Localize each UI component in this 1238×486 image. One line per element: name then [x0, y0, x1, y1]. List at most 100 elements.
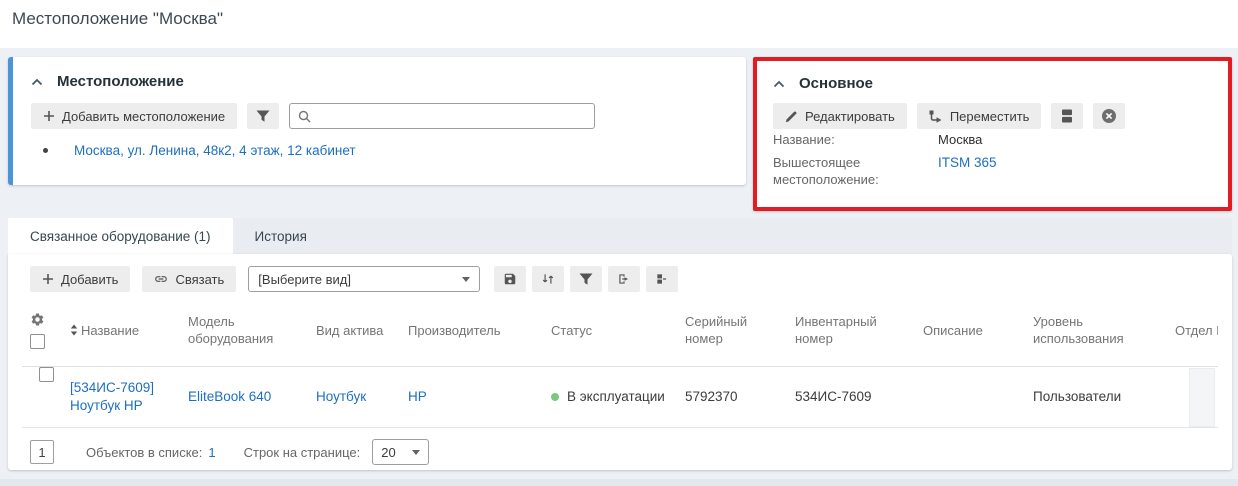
export-rows-button[interactable]	[646, 266, 678, 292]
sort-arrows-icon	[541, 272, 555, 286]
cell-asset-type: Ноутбук	[312, 367, 404, 427]
parent-location-link[interactable]: ITSM 365	[938, 154, 997, 188]
column-header-serial-number[interactable]: Серийный номер	[681, 294, 791, 366]
row-select-cell	[22, 367, 66, 427]
column-header-inventory-number[interactable]: Инвентарный номер	[791, 294, 919, 366]
chevron-down-icon	[412, 450, 420, 455]
view-select-value: [Выберите вид]	[258, 272, 351, 287]
location-item-link[interactable]: Москва, ул. Ленина, 48к2, 4 этаж, 12 каб…	[74, 143, 356, 158]
field-parent-location-label: Вышестоящее местоположение:	[773, 154, 938, 188]
deactivate-button[interactable]	[1093, 103, 1125, 129]
tab-linked-equipment-label: Связанное оборудование (1)	[30, 229, 211, 244]
edit-button[interactable]: Редактировать	[773, 103, 907, 129]
collapse-icon[interactable]	[773, 80, 785, 88]
pagination: 1 Объектов в списке: 1 Строк на странице…	[22, 435, 429, 469]
boxes-arrow-icon	[655, 272, 669, 286]
tab-history[interactable]: История	[233, 218, 329, 254]
tab-linked-equipment[interactable]: Связанное оборудование (1)	[8, 218, 233, 254]
rows-per-page-label: Строк на странице:	[244, 445, 361, 460]
rows-per-page-value: 20	[381, 445, 395, 460]
page-title: Местоположение "Москва"	[12, 9, 223, 29]
field-name: Название: Москва	[773, 131, 1218, 148]
main-info-panel: Основное Редактировать Переместить	[753, 57, 1232, 211]
tab-history-label: История	[255, 229, 307, 244]
objects-count-value[interactable]: 1	[208, 445, 215, 460]
stacked-cards-icon	[1061, 109, 1073, 123]
cell-name: [534ИС-7609] Ноутбук HP	[66, 367, 184, 427]
column-header-asset-type[interactable]: Вид актива	[312, 294, 404, 366]
table-row: [534ИС-7609] Ноутбук HP EliteBook 640 Но…	[22, 367, 1218, 428]
add-location-button[interactable]: Добавить местоположение	[31, 103, 237, 129]
objects-count-label: Объектов в списке:	[86, 445, 202, 460]
row-checkbox[interactable]	[39, 367, 54, 382]
select-all-checkbox[interactable]	[30, 334, 45, 349]
move-tree-icon	[929, 110, 943, 123]
link-equipment-button[interactable]: Связать	[142, 266, 236, 292]
collapse-icon[interactable]	[31, 78, 43, 86]
add-location-label: Добавить местоположение	[62, 109, 225, 124]
column-header-model[interactable]: Модель оборудования	[184, 294, 312, 366]
page-bottom-strip	[0, 479, 1238, 486]
rows-per-page-select[interactable]: 20	[372, 439, 429, 465]
add-equipment-label: Добавить	[61, 272, 118, 287]
table-scrollbar[interactable]	[1189, 368, 1215, 427]
asset-type-link[interactable]: Ноутбук	[316, 388, 366, 406]
table-header-select-cell	[22, 294, 66, 366]
field-name-value: Москва	[938, 131, 982, 148]
page-header: Местоположение "Москва"	[0, 0, 1238, 48]
main-info-title: Основное	[799, 75, 873, 92]
x-circle-icon	[1101, 108, 1117, 124]
bullet-icon	[43, 148, 48, 153]
move-button-label: Переместить	[950, 109, 1030, 124]
cell-serial-number: 5792370	[681, 367, 791, 427]
export-button[interactable]	[608, 266, 640, 292]
equipment-link[interactable]: [534ИС-7609] Ноутбук HP	[70, 379, 180, 415]
move-button[interactable]: Переместить	[917, 103, 1042, 129]
details-card-button[interactable]	[1051, 103, 1083, 129]
column-header-usage-level[interactable]: Уровень использования	[1029, 294, 1171, 366]
save-view-button[interactable]	[494, 266, 526, 292]
column-header-name[interactable]: Название	[66, 294, 184, 366]
page-number-button[interactable]: 1	[30, 440, 54, 464]
location-card: Местоположение Добавить местоположение	[8, 57, 746, 185]
location-list-item: Москва, ул. Ленина, 48к2, 4 этаж, 12 каб…	[43, 143, 356, 158]
cell-manufacturer: HP	[404, 367, 547, 427]
table-filter-button[interactable]	[570, 266, 602, 292]
screen: Местоположение "Москва" Местоположение Д…	[0, 0, 1238, 486]
cell-inventory-number: 534ИС-7609	[791, 367, 919, 427]
sort-button[interactable]	[532, 266, 564, 292]
chain-icon	[154, 272, 168, 286]
tab-bar: Связанное оборудование (1) История	[8, 218, 1232, 254]
status-text: В эксплуатации	[567, 388, 665, 406]
equipment-panel: Добавить Связать [Выберите вид]	[8, 254, 1232, 470]
field-parent-location: Вышестоящее местоположение: ITSM 365	[773, 154, 1218, 188]
save-icon	[503, 272, 517, 286]
filter-icon	[256, 110, 270, 123]
column-header-department[interactable]: Отдел Компания	[1171, 294, 1218, 366]
location-filter-button[interactable]	[247, 103, 279, 129]
column-header-description[interactable]: Описание	[919, 294, 1029, 366]
edit-button-label: Редактировать	[805, 109, 895, 124]
cell-description	[919, 367, 1029, 427]
field-name-label: Название:	[773, 131, 938, 148]
gear-icon[interactable]	[30, 312, 45, 327]
column-header-manufacturer[interactable]: Производитель	[404, 294, 547, 366]
plus-icon	[43, 110, 55, 122]
location-search[interactable]	[289, 103, 595, 129]
column-header-status[interactable]: Статус	[547, 294, 681, 366]
add-equipment-button[interactable]: Добавить	[30, 266, 130, 292]
link-equipment-label: Связать	[175, 272, 224, 287]
view-select[interactable]: [Выберите вид]	[248, 266, 480, 292]
plus-icon	[42, 273, 54, 285]
manufacturer-link[interactable]: HP	[408, 388, 427, 406]
search-icon	[298, 110, 311, 123]
cell-status: В эксплуатации	[547, 367, 681, 427]
cell-model: EliteBook 640	[184, 367, 312, 427]
location-search-input[interactable]	[317, 109, 586, 124]
cell-usage-level: Пользователи	[1029, 367, 1171, 427]
filter-icon	[579, 273, 593, 286]
pencil-icon	[785, 110, 798, 123]
model-link[interactable]: EliteBook 640	[188, 388, 271, 406]
exit-arrow-icon	[617, 272, 631, 286]
table-header: Название Модель оборудования Вид актива …	[22, 294, 1218, 367]
